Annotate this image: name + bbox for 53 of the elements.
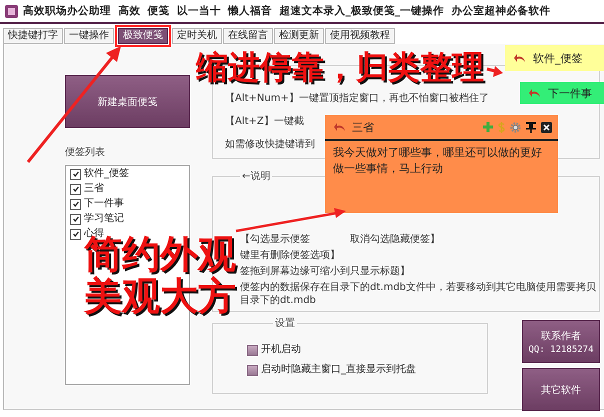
tab[interactable]: 在线留言: [223, 28, 273, 44]
help-text: 键里有删除便签选项】: [240, 249, 340, 262]
checkbox[interactable]: [247, 344, 258, 356]
note-text: 我今天做对了哪些事，哪里还可以做的更好: [333, 146, 543, 160]
sticky-note[interactable]: 软件_便签: [505, 45, 604, 71]
sticky-note[interactable]: 三省 我今天做对了哪些事，哪里还可以做的更好 做一些事情，马上行动: [325, 115, 558, 213]
new-note-button[interactable]: 新建桌面便笺: [65, 75, 190, 128]
tab[interactable]: 快捷键打字: [3, 28, 63, 44]
list-item[interactable]: 下一件事: [84, 198, 124, 210]
app-icon: [5, 4, 18, 18]
annotation-text: 缩进停靠，归类整理: [196, 51, 484, 83]
group-title: 设置: [274, 316, 296, 330]
note-title: 软件_便签: [533, 50, 582, 66]
checkbox[interactable]: [70, 168, 81, 180]
help-text: 签拖到屏幕边缘可缩小到只显示标题】: [240, 265, 410, 278]
close-icon[interactable]: [541, 122, 552, 132]
tab[interactable]: 一键操作: [64, 28, 114, 44]
group-title: ←说明: [241, 170, 272, 183]
note-text: 做一些事情，马上行动: [333, 162, 444, 176]
tab[interactable]: 检测更新: [274, 28, 324, 44]
note-title: 下一件事: [548, 86, 592, 100]
arrow: [486, 66, 503, 77]
tab[interactable]: 定时关机: [172, 28, 222, 44]
help-text: 取消勾选隐藏便签】: [350, 233, 440, 246]
tab[interactable]: 使用视频教程: [325, 28, 395, 44]
hotkey-text: 如需修改快捷键请到: [225, 138, 315, 151]
checkbox[interactable]: [70, 214, 81, 224]
hotkey-text: 【Alt+Num+】一键置顶指定窗口，再也不怕窗口被档住了: [225, 92, 489, 105]
contact-button[interactable]: 联系作者 QQ: 12185274: [522, 320, 600, 363]
list-item[interactable]: 学习笔记: [84, 213, 124, 225]
help-text: 便签内的数据保存在目录下的dt.mdb文件中，若要移动到其它电脑使用需要拷贝目录下的dt.mdb: [240, 281, 597, 307]
help-text: 【勾选显示便签: [240, 233, 310, 246]
other-software-button[interactable]: 其它软件: [522, 368, 600, 411]
gear-icon[interactable]: [510, 122, 521, 132]
tab[interactable]: 极致便笺: [118, 28, 168, 44]
window-title: 高效职场办公助理 高效 便笺 以一当十 懒人福音 超速文本录入_极致便笺_一键操作 办公室超神必备软件: [23, 4, 550, 18]
option-label: 启动时隐藏主窗口_直接显示到托盘: [261, 364, 416, 376]
annotation-text: 美观大方: [84, 277, 236, 315]
pin-icon[interactable]: [526, 122, 536, 132]
list-item[interactable]: 三省: [84, 183, 104, 195]
annotation-text: 简约外观: [84, 235, 236, 273]
checkbox[interactable]: [70, 228, 81, 240]
list-item[interactable]: 软件_便签: [84, 168, 129, 180]
back-arrow-icon[interactable]: [529, 88, 541, 98]
hotkey-text: 【Alt+Z】一键截: [225, 115, 304, 128]
list-label: 便签列表: [65, 146, 106, 159]
option-label: 开机启动: [261, 344, 301, 356]
checkbox[interactable]: [70, 184, 81, 194]
note-title: 三省: [352, 120, 374, 134]
back-arrow-icon[interactable]: [514, 53, 526, 63]
sticky-note[interactable]: 下一件事: [520, 82, 604, 104]
checkbox[interactable]: [70, 198, 81, 210]
checkbox[interactable]: [247, 364, 258, 376]
